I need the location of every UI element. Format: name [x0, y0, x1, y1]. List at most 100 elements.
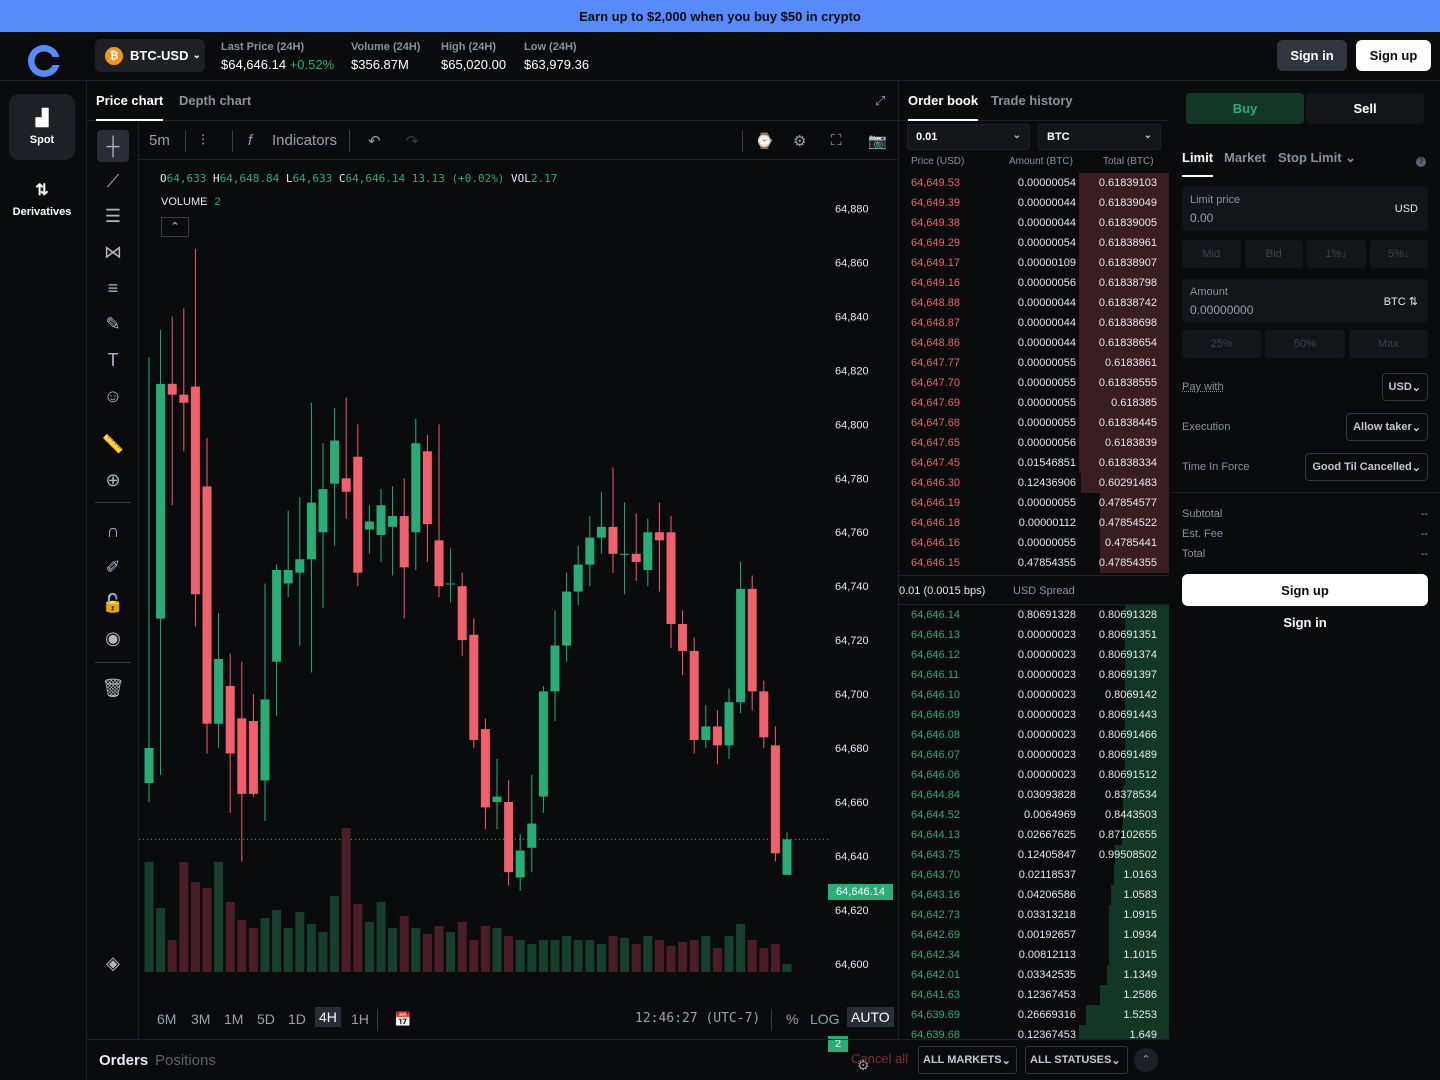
bid-row[interactable]: 64,646.13 0.00000023 0.80691351 — [899, 625, 1169, 645]
bid-row[interactable]: 64,646.07 0.00000023 0.80691489 — [899, 745, 1169, 765]
nav-derivatives[interactable]: ⇅ Derivatives — [7, 166, 77, 232]
timeframe-6m[interactable]: 6M — [157, 1011, 176, 1027]
ask-row[interactable]: 64,649.29 0.00000054 0.61838961 — [899, 233, 1169, 253]
ask-row[interactable]: 64,647.45 0.01546851 0.61838334 — [899, 453, 1169, 473]
emoji-icon[interactable]: ☺ — [97, 380, 129, 412]
ask-row[interactable]: 64,646.30 0.12436906 0.60291483 — [899, 473, 1169, 493]
ask-row[interactable]: 64,647.77 0.00000055 0.6183861 — [899, 353, 1169, 373]
bid-row[interactable]: 64,641.63 0.12367453 1.2586 — [899, 985, 1169, 1005]
order-type-stop-limit[interactable]: Stop Limit ⌄ — [1278, 150, 1356, 166]
percent-toggle[interactable]: % — [786, 1011, 798, 1027]
bid-row[interactable]: 64,646.12 0.00000023 0.80691374 — [899, 645, 1169, 665]
tif-select[interactable]: Good Til Cancelled ⌄ — [1305, 453, 1428, 481]
lock-pen-icon[interactable]: ✐ — [97, 551, 129, 583]
limit-price-field[interactable]: Limit price 0.00 USD — [1182, 187, 1428, 231]
fib-icon[interactable]: ≡ — [97, 272, 129, 304]
ask-row[interactable]: 64,648.86 0.00000044 0.61838654 — [899, 333, 1169, 353]
ask-row[interactable]: 64,649.53 0.00000054 0.61839103 — [899, 173, 1169, 193]
pattern-icon[interactable]: ⋈ — [97, 236, 129, 268]
timeframe-5d[interactable]: 5D — [257, 1011, 275, 1027]
function-icon[interactable]: f — [248, 132, 252, 149]
cancel-all-button[interactable]: Cancel all — [851, 1051, 908, 1066]
bid-row[interactable]: 64,646.14 0.80691328 0.80691328 — [899, 605, 1169, 625]
sign-up-button[interactable]: Sign up — [1182, 574, 1428, 606]
order-type-market[interactable]: Market — [1224, 150, 1266, 165]
bid-row[interactable]: 64,644.84 0.03093828 0.8378534 — [899, 785, 1169, 805]
tab-price-chart[interactable]: Price chart — [96, 93, 164, 121]
ask-row[interactable]: 64,649.16 0.00000056 0.61838798 — [899, 273, 1169, 293]
undo-icon[interactable]: ↶ — [368, 132, 381, 150]
text-icon[interactable]: T — [97, 344, 129, 376]
auto-toggle[interactable]: AUTO — [847, 1007, 894, 1027]
bid-row[interactable]: 64,639.68 0.12367453 1.649 — [899, 1025, 1169, 1039]
tab-positions[interactable]: Positions — [155, 1052, 216, 1069]
chip-25pct[interactable]: 25% — [1182, 330, 1262, 358]
sign-in-link[interactable]: Sign in — [1182, 615, 1428, 630]
zoom-in-icon[interactable]: ⊕ — [97, 464, 129, 496]
currency-select[interactable]: BTC ⌄ — [1038, 124, 1161, 150]
expand-icon[interactable]: ⤢ — [875, 93, 885, 109]
collapse-legend-button[interactable]: ⌃ — [161, 217, 189, 237]
bid-row[interactable]: 64,642.01 0.03342535 1.1349 — [899, 965, 1169, 985]
settings-icon[interactable]: ⚙ — [793, 132, 806, 150]
ask-row[interactable]: 64,648.87 0.00000044 0.61838698 — [899, 313, 1169, 333]
tab-trade-history[interactable]: Trade history — [991, 93, 1073, 108]
eye-icon[interactable]: ◉ — [97, 622, 129, 654]
ask-row[interactable]: 64,647.68 0.00000055 0.61838445 — [899, 413, 1169, 433]
ask-row[interactable]: 64,647.70 0.00000055 0.61838555 — [899, 373, 1169, 393]
tab-depth-chart[interactable]: Depth chart — [179, 93, 251, 108]
tab-orders[interactable]: Orders — [99, 1052, 148, 1069]
alert-clock-icon[interactable]: ⌚ — [755, 132, 774, 150]
trash-icon[interactable]: 🗑 — [97, 672, 129, 704]
ruler-icon[interactable]: 📏 — [97, 428, 129, 460]
chip-1pct[interactable]: 1%↓ — [1307, 240, 1366, 268]
coinbase-logo-icon[interactable] — [27, 44, 61, 78]
candle-type-icon[interactable]: ⫶ — [201, 132, 205, 149]
chip-50pct[interactable]: 50% — [1265, 330, 1345, 358]
ask-row[interactable]: 64,646.19 0.00000055 0.47854577 — [899, 493, 1169, 513]
ask-row[interactable]: 64,646.18 0.00000112 0.47854522 — [899, 513, 1169, 533]
order-type-limit[interactable]: Limit — [1182, 150, 1213, 165]
chip-bid[interactable]: Bid — [1244, 240, 1303, 268]
ask-row[interactable]: 64,646.15 0.47854355 0.47854355 — [899, 553, 1169, 573]
timeframe-4h[interactable]: 4H — [315, 1007, 341, 1027]
ask-row[interactable]: 64,649.17 0.00000109 0.61838907 — [899, 253, 1169, 273]
promo-banner[interactable]: Earn up to $2,000 when you buy $50 in cr… — [0, 0, 1440, 32]
magnet-icon[interactable]: ∩ — [97, 515, 129, 547]
bid-row[interactable]: 64,644.13 0.02667625 0.87102655 — [899, 825, 1169, 845]
increment-select[interactable]: 0.01 ⌄ — [907, 124, 1030, 150]
sell-tab[interactable]: Sell — [1306, 93, 1424, 124]
candlestick-chart[interactable]: 64,880 64,860 64,840 64,820 64,800 64,780 64,7… — [139, 160, 899, 980]
price-chart[interactable]: 64,880 64,860 64,840 64,820 64,800 64,780 64,7… — [139, 160, 899, 1073]
amount-input[interactable]: 0.00000000 — [1190, 303, 1253, 317]
amount-unit-toggle[interactable]: BTC ⇅ — [1384, 295, 1418, 308]
help-icon[interactable]: ? — [1416, 157, 1426, 167]
timeframe-3m[interactable]: 3M — [191, 1011, 210, 1027]
bid-row[interactable]: 64,646.10 0.00000023 0.8069142 — [899, 685, 1169, 705]
timeframe-1m[interactable]: 1M — [224, 1011, 243, 1027]
expand-orders-icon[interactable]: ⌃ — [1134, 1048, 1158, 1072]
bid-row[interactable]: 64,646.08 0.00000023 0.80691466 — [899, 725, 1169, 745]
ask-row[interactable]: 64,649.38 0.00000044 0.61839005 — [899, 213, 1169, 233]
ask-row[interactable]: 64,649.39 0.00000044 0.61839049 — [899, 193, 1169, 213]
chart-clock[interactable]: 12:46:27 (UTC-7) — [635, 1011, 760, 1026]
chip-mid[interactable]: Mid — [1182, 240, 1241, 268]
bid-row[interactable]: 64,646.11 0.00000023 0.80691397 — [899, 665, 1169, 685]
bid-row[interactable]: 64,643.16 0.04206586 1.0583 — [899, 885, 1169, 905]
ask-row[interactable]: 64,648.88 0.00000044 0.61838742 — [899, 293, 1169, 313]
bid-row[interactable]: 64,643.70 0.02118537 1.0163 — [899, 865, 1169, 885]
crosshair-icon[interactable]: ┼ — [97, 130, 129, 162]
bid-row[interactable]: 64,642.73 0.03313218 1.0915 — [899, 905, 1169, 925]
sign-in-button[interactable]: Sign in — [1277, 40, 1347, 71]
lock-icon[interactable]: 🔓 — [97, 587, 129, 619]
markets-filter[interactable]: ALL MARKETS ⌄ — [918, 1046, 1017, 1074]
timeframe-1h[interactable]: 1H — [351, 1011, 369, 1027]
buy-tab[interactable]: Buy — [1186, 93, 1304, 124]
layers-icon[interactable]: ◈ — [97, 947, 129, 979]
ask-row[interactable]: 64,647.69 0.00000055 0.618385 — [899, 393, 1169, 413]
camera-icon[interactable]: 📷 — [868, 132, 887, 150]
limit-price-input[interactable]: 0.00 — [1190, 211, 1213, 225]
execution-select[interactable]: Allow taker ⌄ — [1346, 413, 1428, 441]
bid-row[interactable]: 64,639.69 0.26669316 1.5253 — [899, 1005, 1169, 1025]
fullscreen-icon[interactable]: ⛶ — [831, 132, 842, 149]
